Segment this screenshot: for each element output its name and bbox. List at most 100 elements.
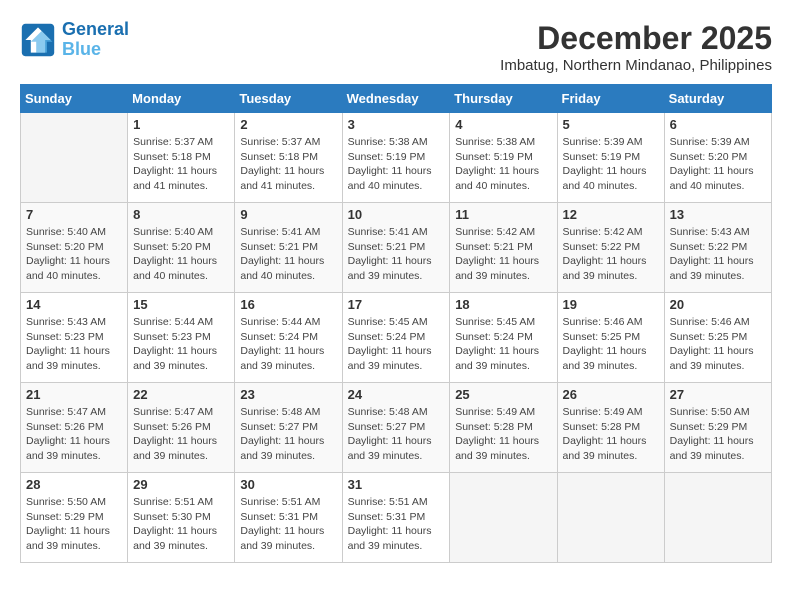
day-number: 15 (133, 297, 229, 312)
calendar-cell: 8Sunrise: 5:40 AMSunset: 5:20 PMDaylight… (128, 203, 235, 293)
calendar-week-row: 1Sunrise: 5:37 AMSunset: 5:18 PMDaylight… (21, 113, 772, 203)
day-number: 6 (670, 117, 766, 132)
calendar-cell: 4 Sunrise: 5:38 AMSunset: 5:19 PMDaylight… (450, 113, 557, 203)
day-number: 23 (240, 387, 336, 402)
calendar-cell (664, 473, 771, 563)
day-number: 28 (26, 477, 122, 492)
header-monday: Monday (128, 85, 235, 113)
day-number: 13 (670, 207, 766, 222)
calendar-cell: 6 Sunrise: 5:39 AMSunset: 5:20 PMDaylight… (664, 113, 771, 203)
calendar-cell: 21 Sunrise: 5:47 AMSunset: 5:26 PMDayligh… (21, 383, 128, 473)
day-info: Sunrise: 5:39 AMSunset: 5:20 PMDaylight:… (670, 135, 766, 194)
title-area: December 2025 Imbatug, Northern Mindanao… (500, 20, 772, 74)
header-saturday: Saturday (664, 85, 771, 113)
month-title: December 2025 (500, 20, 772, 57)
calendar-cell: 5 Sunrise: 5:39 AMSunset: 5:19 PMDaylight… (557, 113, 664, 203)
calendar-cell: 15 Sunrise: 5:44 AMSunset: 5:23 PMDayligh… (128, 293, 235, 383)
calendar-cell: 19 Sunrise: 5:46 AMSunset: 5:25 PMDayligh… (557, 293, 664, 383)
day-info: Sunrise: 5:44 AMSunset: 5:24 PMDaylight:… (240, 315, 336, 374)
calendar-week-row: 14 Sunrise: 5:43 AMSunset: 5:23 PMDayligh… (21, 293, 772, 383)
day-info: Sunrise: 5:43 AMSunset: 5:23 PMDaylight:… (26, 315, 122, 374)
day-info: Sunrise: 5:46 AMSunset: 5:25 PMDaylight:… (563, 315, 659, 374)
header-sunday: Sunday (21, 85, 128, 113)
day-number: 11 (455, 207, 551, 222)
calendar-header-row: SundayMondayTuesdayWednesdayThursdayFrid… (21, 85, 772, 113)
calendar-cell: 2Sunrise: 5:37 AMSunset: 5:18 PMDaylight… (235, 113, 342, 203)
day-info: Sunrise: 5:40 AMSunset: 5:20 PMDaylight:… (26, 225, 122, 284)
day-number: 30 (240, 477, 336, 492)
calendar-cell: 17Sunrise: 5:45 AMSunset: 5:24 PMDayligh… (342, 293, 450, 383)
location-title: Imbatug, Northern Mindanao, Philippines (500, 57, 772, 74)
day-number: 10 (348, 207, 445, 222)
day-number: 17 (348, 297, 445, 312)
day-info: Sunrise: 5:47 AMSunset: 5:26 PMDaylight:… (26, 405, 122, 464)
day-info: Sunrise: 5:48 AMSunset: 5:27 PMDaylight:… (348, 405, 445, 464)
day-number: 3 (348, 117, 445, 132)
day-number: 14 (26, 297, 122, 312)
calendar-cell: 11 Sunrise: 5:42 AMSunset: 5:21 PMDayligh… (450, 203, 557, 293)
day-number: 19 (563, 297, 659, 312)
calendar-cell: 26Sunrise: 5:49 AMSunset: 5:28 PMDayligh… (557, 383, 664, 473)
day-info: Sunrise: 5:39 AMSunset: 5:19 PMDaylight:… (563, 135, 659, 194)
day-number: 29 (133, 477, 229, 492)
day-number: 9 (240, 207, 336, 222)
day-info: Sunrise: 5:44 AMSunset: 5:23 PMDaylight:… (133, 315, 229, 374)
day-number: 2 (240, 117, 336, 132)
calendar-cell: 13Sunrise: 5:43 AMSunset: 5:22 PMDayligh… (664, 203, 771, 293)
day-info: Sunrise: 5:38 AMSunset: 5:19 PMDaylight:… (455, 135, 551, 194)
calendar-cell: 1Sunrise: 5:37 AMSunset: 5:18 PMDaylight… (128, 113, 235, 203)
day-info: Sunrise: 5:50 AMSunset: 5:29 PMDaylight:… (670, 405, 766, 464)
day-info: Sunrise: 5:40 AMSunset: 5:20 PMDaylight:… (133, 225, 229, 284)
day-number: 1 (133, 117, 229, 132)
logo: General Blue (20, 20, 129, 60)
calendar-cell: 31 Sunrise: 5:51 AMSunset: 5:31 PMDayligh… (342, 473, 450, 563)
calendar-cell: 25Sunrise: 5:49 AMSunset: 5:28 PMDayligh… (450, 383, 557, 473)
day-info: Sunrise: 5:50 AMSunset: 5:29 PMDaylight:… (26, 495, 122, 554)
calendar-table: SundayMondayTuesdayWednesdayThursdayFrid… (20, 84, 772, 563)
day-info: Sunrise: 5:46 AMSunset: 5:25 PMDaylight:… (670, 315, 766, 374)
day-info: Sunrise: 5:45 AMSunset: 5:24 PMDaylight:… (455, 315, 551, 374)
day-info: Sunrise: 5:42 AMSunset: 5:22 PMDaylight:… (563, 225, 659, 284)
day-number: 18 (455, 297, 551, 312)
day-info: Sunrise: 5:51 AMSunset: 5:31 PMDaylight:… (348, 495, 445, 554)
day-number: 5 (563, 117, 659, 132)
day-number: 27 (670, 387, 766, 402)
day-number: 25 (455, 387, 551, 402)
logo-text: General Blue (62, 20, 129, 60)
calendar-cell: 16Sunrise: 5:44 AMSunset: 5:24 PMDayligh… (235, 293, 342, 383)
day-info: Sunrise: 5:38 AMSunset: 5:19 PMDaylight:… (348, 135, 445, 194)
calendar-cell: 22Sunrise: 5:47 AMSunset: 5:26 PMDayligh… (128, 383, 235, 473)
day-info: Sunrise: 5:42 AMSunset: 5:21 PMDaylight:… (455, 225, 551, 284)
calendar-cell: 23Sunrise: 5:48 AMSunset: 5:27 PMDayligh… (235, 383, 342, 473)
day-number: 4 (455, 117, 551, 132)
calendar-cell: 30 Sunrise: 5:51 AMSunset: 5:31 PMDayligh… (235, 473, 342, 563)
calendar-cell: 7Sunrise: 5:40 AMSunset: 5:20 PMDaylight… (21, 203, 128, 293)
header-friday: Friday (557, 85, 664, 113)
header-thursday: Thursday (450, 85, 557, 113)
header-wednesday: Wednesday (342, 85, 450, 113)
calendar-cell: 9 Sunrise: 5:41 AMSunset: 5:21 PMDaylight… (235, 203, 342, 293)
day-info: Sunrise: 5:51 AMSunset: 5:31 PMDaylight:… (240, 495, 336, 554)
calendar-cell: 29Sunrise: 5:51 AMSunset: 5:30 PMDayligh… (128, 473, 235, 563)
calendar-cell: 14 Sunrise: 5:43 AMSunset: 5:23 PMDayligh… (21, 293, 128, 383)
calendar-week-row: 21 Sunrise: 5:47 AMSunset: 5:26 PMDayligh… (21, 383, 772, 473)
day-info: Sunrise: 5:41 AMSunset: 5:21 PMDaylight:… (240, 225, 336, 284)
logo-line2: Blue (62, 39, 101, 59)
calendar-cell: 12Sunrise: 5:42 AMSunset: 5:22 PMDayligh… (557, 203, 664, 293)
day-info: Sunrise: 5:41 AMSunset: 5:21 PMDaylight:… (348, 225, 445, 284)
day-number: 26 (563, 387, 659, 402)
calendar-cell: 10 Sunrise: 5:41 AMSunset: 5:21 PMDayligh… (342, 203, 450, 293)
day-info: Sunrise: 5:47 AMSunset: 5:26 PMDaylight:… (133, 405, 229, 464)
day-number: 21 (26, 387, 122, 402)
calendar-week-row: 28 Sunrise: 5:50 AMSunset: 5:29 PMDayligh… (21, 473, 772, 563)
calendar-cell: 18 Sunrise: 5:45 AMSunset: 5:24 PMDayligh… (450, 293, 557, 383)
calendar-week-row: 7Sunrise: 5:40 AMSunset: 5:20 PMDaylight… (21, 203, 772, 293)
day-number: 20 (670, 297, 766, 312)
logo-line1: General (62, 19, 129, 39)
calendar-cell (450, 473, 557, 563)
logo-icon (20, 22, 56, 58)
calendar-cell (21, 113, 128, 203)
calendar-cell (557, 473, 664, 563)
day-number: 31 (348, 477, 445, 492)
calendar-cell: 27 Sunrise: 5:50 AMSunset: 5:29 PMDayligh… (664, 383, 771, 473)
